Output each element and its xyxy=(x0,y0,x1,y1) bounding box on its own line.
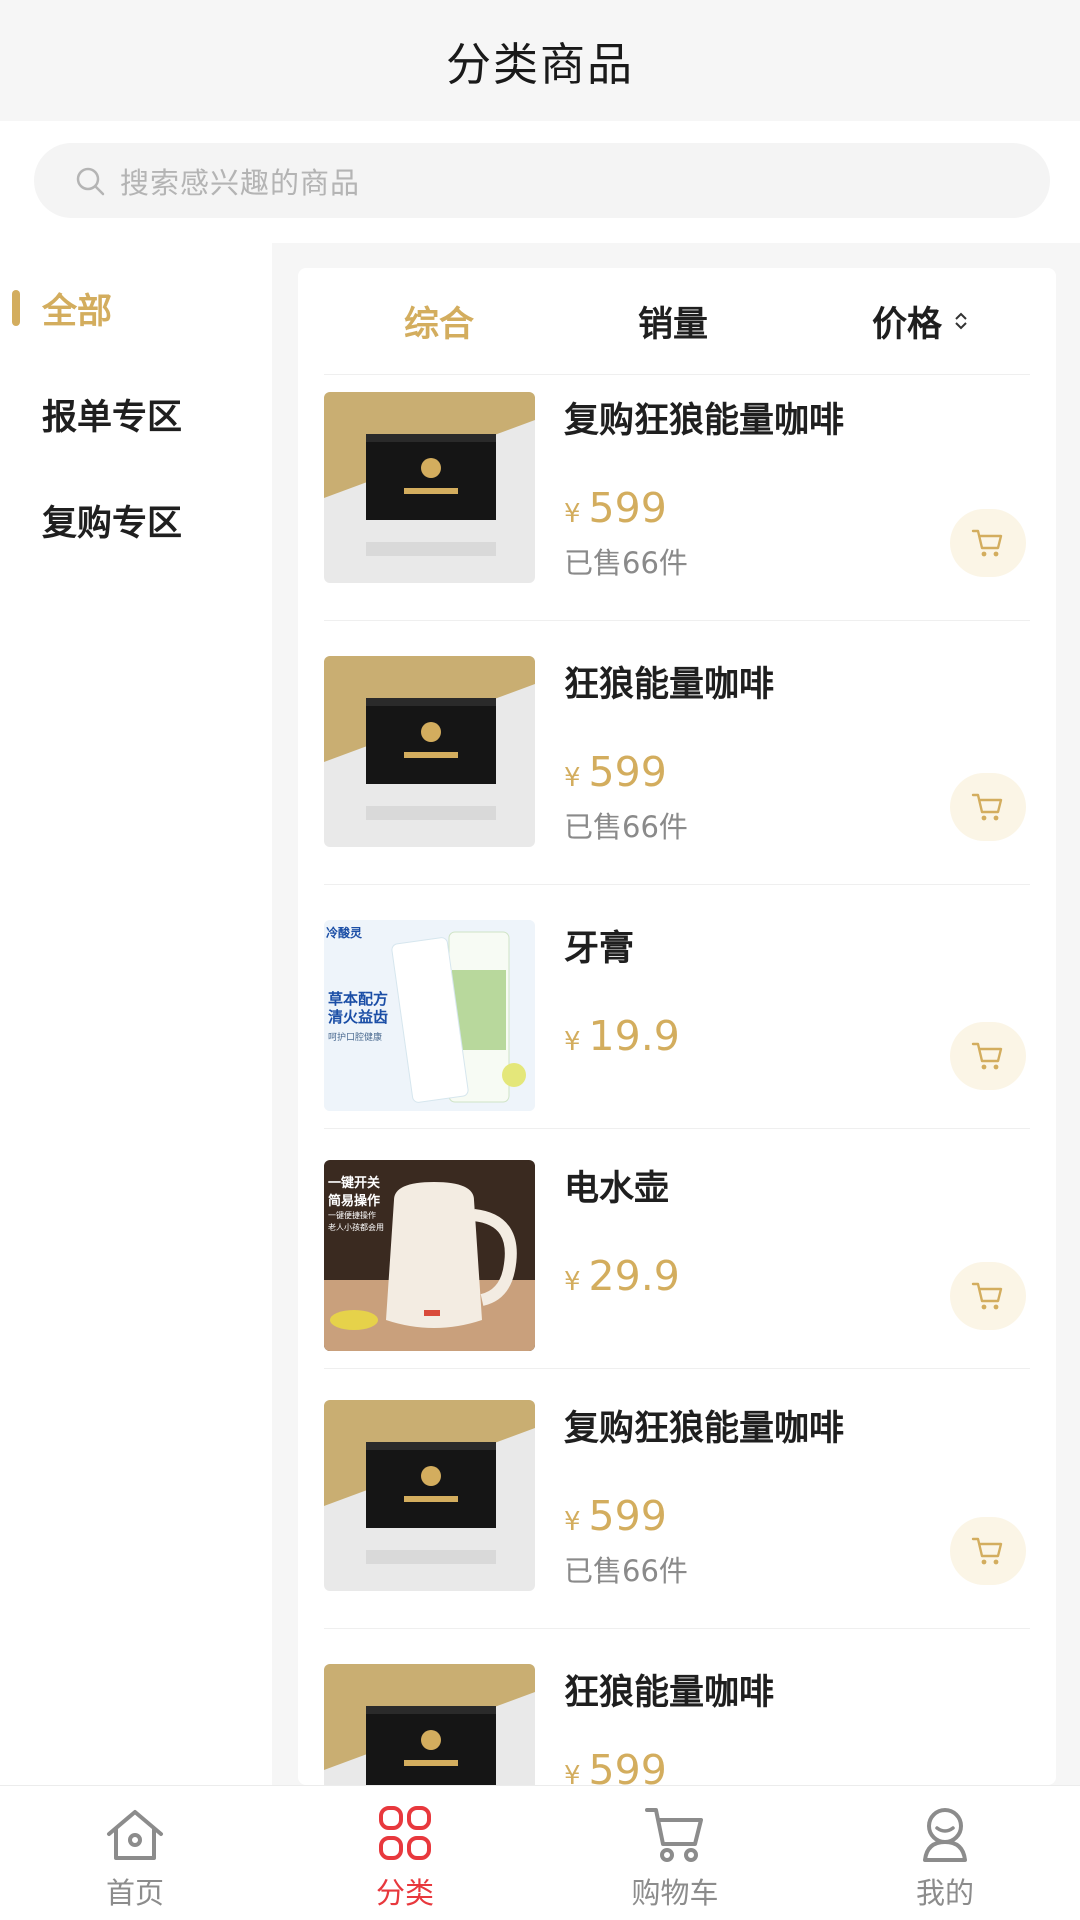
divider xyxy=(324,884,1030,885)
currency-symbol: ¥ xyxy=(564,1027,581,1057)
home-icon xyxy=(103,1804,167,1864)
product-card[interactable]: 一键开关 简易操作 一键便捷操作 老人小孩都会用 电水壶 ¥ 29.9 xyxy=(298,1142,1056,1406)
product-image xyxy=(324,656,535,847)
product-price: ¥ 29.9 xyxy=(564,1252,680,1300)
sort-sales[interactable]: 销量 xyxy=(638,268,708,374)
sidebar-item-label: 复购专区 xyxy=(42,503,183,544)
product-image: 冷酸灵 草本配方 清火益齿 呵护口腔健康 xyxy=(324,920,535,1111)
tab-label: 首页 xyxy=(105,1876,164,1910)
cart-icon xyxy=(971,1042,1003,1070)
price-amount: 599 xyxy=(588,1746,667,1785)
search-placeholder: 搜索感兴趣的商品 xyxy=(120,165,361,200)
product-card[interactable]: 狂狼能量咖啡 ¥ 599 xyxy=(298,1646,1056,1785)
product-image xyxy=(324,1400,535,1591)
sort-label: 价格 xyxy=(872,304,943,345)
price-amount: 599 xyxy=(588,484,667,532)
currency-symbol: ¥ xyxy=(564,763,581,793)
cart-icon xyxy=(971,1282,1003,1310)
image-text: 一键便捷操作 xyxy=(328,1211,376,1220)
tab-category[interactable]: 分类 xyxy=(270,1786,540,1920)
image-text: 冷酸灵 xyxy=(326,926,363,940)
image-text: 简易操作 xyxy=(328,1194,381,1209)
product-name: 复购狂狼能量咖啡 xyxy=(564,401,845,441)
image-text: 老人小孩都会用 xyxy=(328,1223,384,1232)
price-amount: 599 xyxy=(588,1492,667,1540)
product-card[interactable]: 复购狂狼能量咖啡 ¥ 599 已售66件 xyxy=(298,1382,1056,1646)
product-card[interactable]: 冷酸灵 草本配方 清火益齿 呵护口腔健康 牙膏 ¥ 19.9 xyxy=(298,902,1056,1166)
product-card[interactable]: 狂狼能量咖啡 ¥ 599 已售66件 xyxy=(298,638,1056,902)
sold-count: 已售66件 xyxy=(564,810,688,844)
add-to-cart-button[interactable] xyxy=(950,1262,1026,1330)
price-amount: 29.9 xyxy=(588,1252,680,1300)
currency-symbol: ¥ xyxy=(564,1761,581,1785)
product-price: ¥ 599 xyxy=(564,1746,667,1785)
sort-price[interactable]: 价格 xyxy=(872,268,970,374)
add-to-cart-button[interactable] xyxy=(950,773,1026,841)
divider xyxy=(324,1368,1030,1369)
price-amount: 599 xyxy=(588,748,667,796)
divider xyxy=(324,1628,1030,1629)
divider xyxy=(324,620,1030,621)
product-name: 狂狼能量咖啡 xyxy=(564,665,775,705)
image-text: 清火益齿 xyxy=(328,1008,389,1026)
sidebar-item-label: 报单专区 xyxy=(42,397,183,438)
category-grid-icon xyxy=(373,1804,437,1864)
product-card[interactable]: 复购狂狼能量咖啡 ¥ 599 已售66件 xyxy=(298,374,1056,638)
product-image: 一键开关 简易操作 一键便捷操作 老人小孩都会用 xyxy=(324,1160,535,1351)
sold-count: 已售66件 xyxy=(564,1554,688,1588)
product-price: ¥ 599 xyxy=(564,1492,667,1540)
search-area: 搜索感兴趣的商品 xyxy=(0,121,1080,243)
sort-label: 综合 xyxy=(404,304,475,345)
add-to-cart-button[interactable] xyxy=(950,1022,1026,1090)
sort-comprehensive[interactable]: 综合 xyxy=(404,268,474,374)
sort-bar: 综合 销量 价格 xyxy=(298,268,1056,374)
currency-symbol: ¥ xyxy=(564,1267,581,1297)
active-marker xyxy=(12,290,20,326)
add-to-cart-button[interactable] xyxy=(950,509,1026,577)
cart-icon xyxy=(971,1537,1003,1565)
sidebar-item-label: 全部 xyxy=(42,291,113,332)
tab-label: 购物车 xyxy=(631,1876,719,1910)
sold-count: 已售66件 xyxy=(564,546,688,580)
category-sidebar: 全部 报单专区 复购专区 xyxy=(0,243,272,1785)
image-text: 呵护口腔健康 xyxy=(328,1033,383,1043)
cart-icon xyxy=(971,529,1003,557)
sort-label: 销量 xyxy=(638,304,709,345)
add-to-cart-button[interactable] xyxy=(950,1517,1026,1585)
top-header: 分类商品 xyxy=(0,0,1080,121)
currency-symbol: ¥ xyxy=(564,499,581,529)
sidebar-item-repurchase-zone[interactable]: 复购专区 xyxy=(0,475,272,565)
tab-label: 分类 xyxy=(375,1876,434,1910)
sort-arrows-icon xyxy=(955,312,967,330)
tab-cart[interactable]: 购物车 xyxy=(540,1786,810,1920)
divider xyxy=(324,1128,1030,1129)
product-name: 电水壶 xyxy=(564,1169,670,1209)
product-image xyxy=(324,1664,535,1785)
page-title: 分类商品 xyxy=(445,38,634,91)
product-price: ¥ 599 xyxy=(564,748,667,796)
cart-icon xyxy=(643,1804,707,1864)
tab-home[interactable]: 首页 xyxy=(0,1786,270,1920)
price-amount: 19.9 xyxy=(588,1012,680,1060)
product-price: ¥ 19.9 xyxy=(564,1012,680,1060)
search-input[interactable]: 搜索感兴趣的商品 xyxy=(34,143,1050,218)
product-image xyxy=(324,392,535,583)
user-icon xyxy=(913,1804,977,1864)
product-price: ¥ 599 xyxy=(564,484,667,532)
image-text: 一键开关 xyxy=(328,1176,381,1191)
tab-label: 我的 xyxy=(915,1876,974,1910)
tab-profile[interactable]: 我的 xyxy=(810,1786,1080,1920)
sidebar-item-order-zone[interactable]: 报单专区 xyxy=(0,369,272,459)
bottom-tab-bar: 首页 分类 购物车 我的 xyxy=(0,1785,1080,1920)
currency-symbol: ¥ xyxy=(564,1507,581,1537)
search-icon xyxy=(74,165,106,197)
product-name: 复购狂狼能量咖啡 xyxy=(564,1409,845,1449)
cart-icon xyxy=(971,793,1003,821)
sidebar-item-all[interactable]: 全部 xyxy=(0,263,272,353)
product-panel: 综合 销量 价格 复购狂狼能量咖啡 ¥ 599 已售66件 狂狼能量咖啡 ¥ 5… xyxy=(298,268,1056,1785)
product-name: 狂狼能量咖啡 xyxy=(564,1673,775,1713)
product-name: 牙膏 xyxy=(564,929,635,969)
